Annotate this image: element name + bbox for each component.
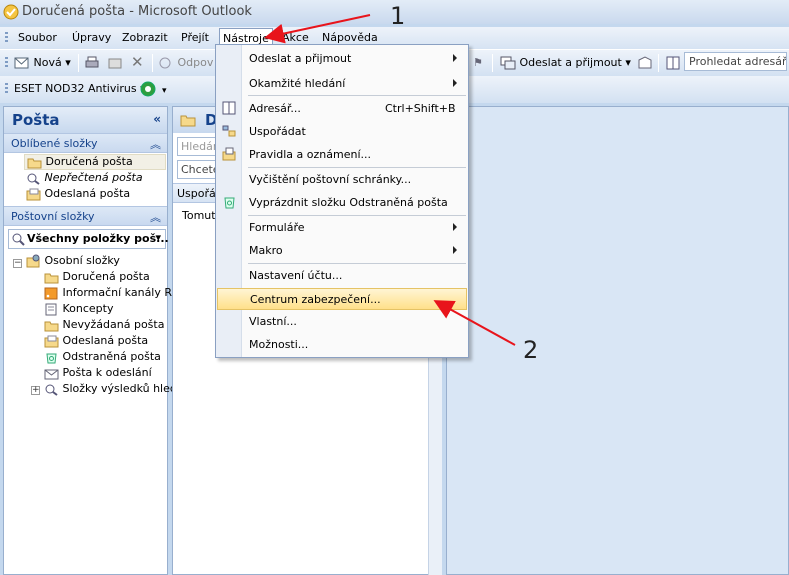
annotation-arrow-2 bbox=[433, 300, 516, 346]
annotation-step-1: 1 bbox=[390, 2, 406, 30]
annotation-arrow-1 bbox=[264, 14, 371, 44]
annotation-step-2: 2 bbox=[523, 336, 539, 364]
annotation-arrows bbox=[264, 14, 516, 346]
